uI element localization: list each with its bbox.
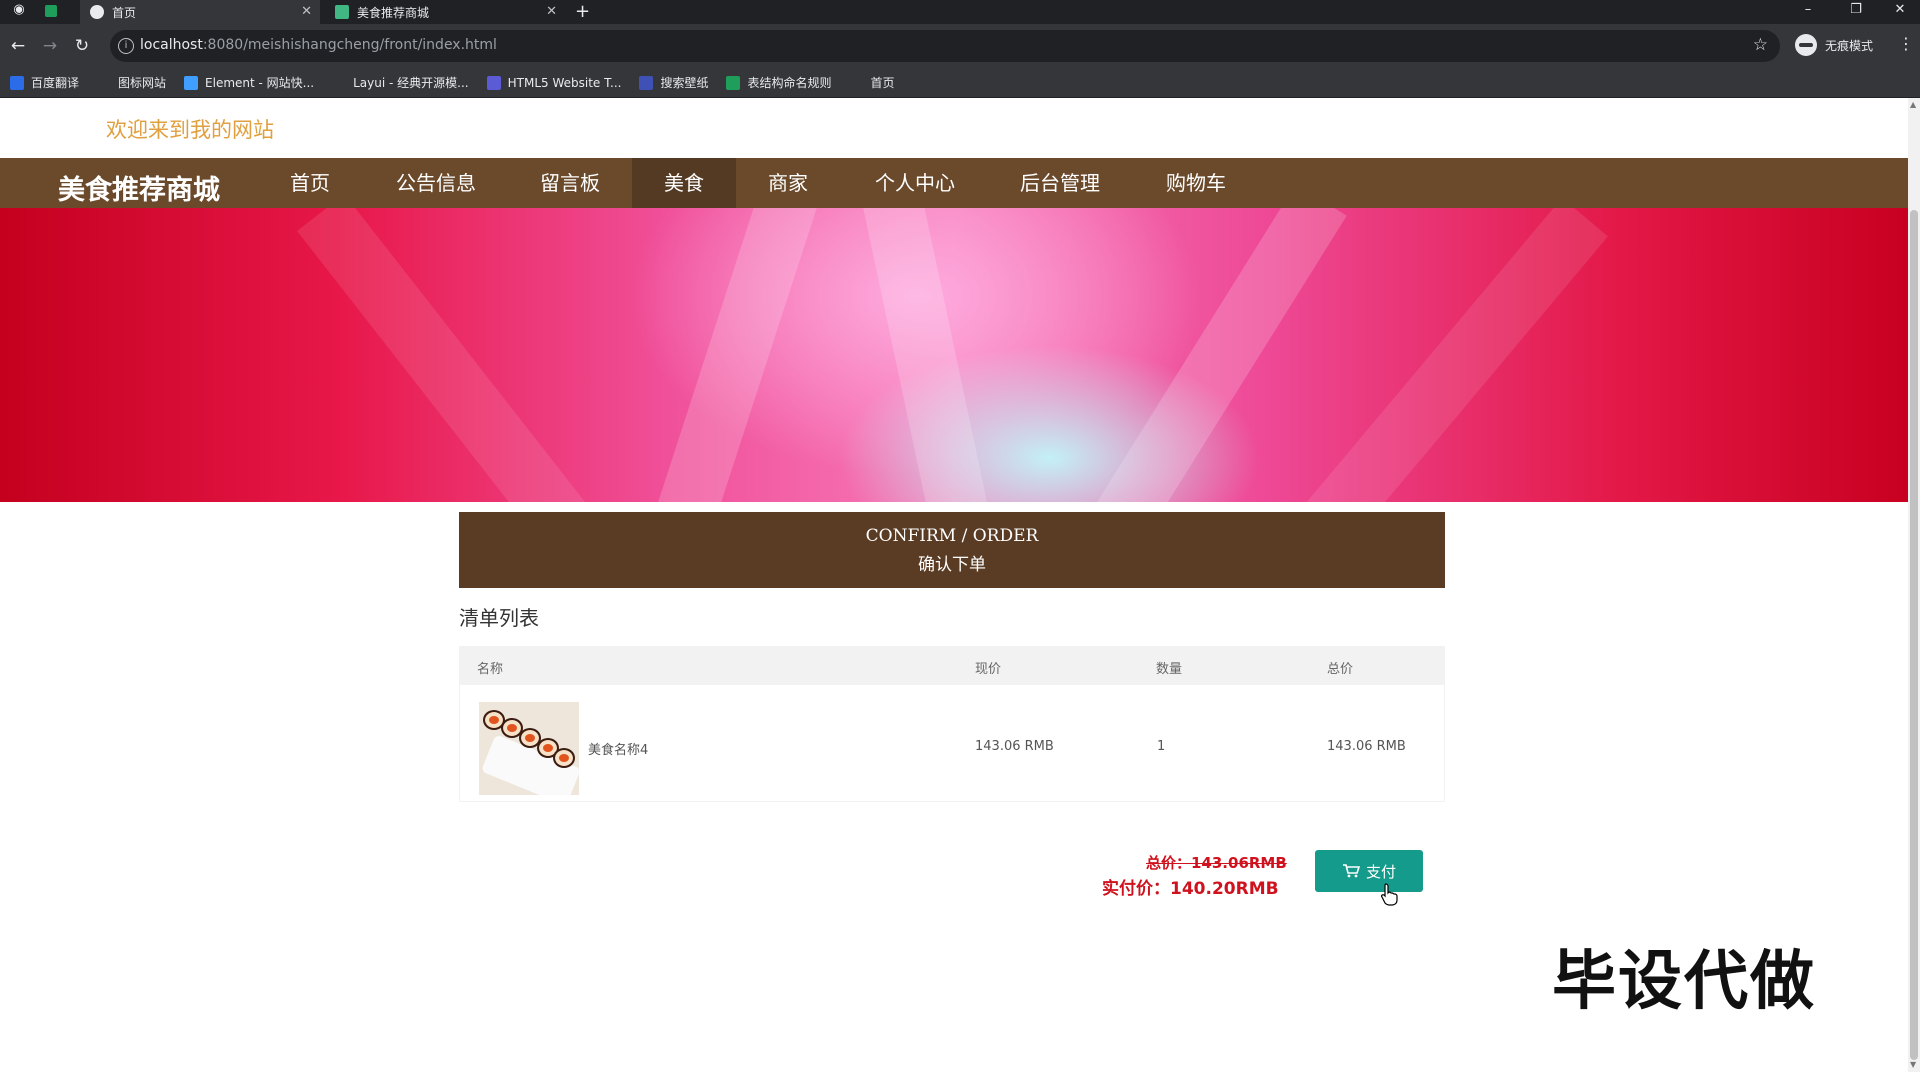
bookmark-item[interactable]: 表结构命名规则 xyxy=(726,74,831,91)
bookmark-label: HTML5 Website T... xyxy=(507,75,622,90)
item-price: 143.06 RMB xyxy=(975,739,1054,754)
column-header-price: 现价 xyxy=(975,662,1002,677)
welcome-text: 欢迎来到我的网站 xyxy=(106,118,274,142)
reload-icon[interactable]: ↻ xyxy=(70,34,94,58)
pay-button-label: 支付 xyxy=(1365,862,1396,881)
close-tab-icon[interactable]: ✕ xyxy=(546,4,557,19)
tab-title: 首页 xyxy=(112,5,137,20)
globe-icon xyxy=(90,5,104,19)
address-bar-row: ← → ↻ i localhost:8080/meishishangcheng/… xyxy=(0,24,1920,68)
list-title: 清单列表 xyxy=(459,606,539,630)
close-tab-icon[interactable]: ✕ xyxy=(301,4,312,19)
bookmark-star-icon[interactable]: ☆ xyxy=(1753,35,1768,55)
info-icon[interactable]: i xyxy=(118,38,134,54)
menu-kebab-icon[interactable]: ⋮ xyxy=(1898,34,1914,53)
url-text: localhost:8080/meishishangcheng/front/in… xyxy=(140,37,497,53)
bookmark-item[interactable]: HTML5 Website T... xyxy=(486,75,622,90)
restore-icon[interactable]: ❐ xyxy=(1834,0,1878,24)
bookmark-label: Layui - 经典开源模... xyxy=(353,76,469,90)
minimize-icon[interactable]: – xyxy=(1786,0,1830,24)
new-tab-button[interactable]: + xyxy=(575,1,590,23)
page-viewport: 欢迎来到我的网站 美食推荐商城 首页 公告信息 留言板 美食 商家 个人中心 后… xyxy=(0,98,1908,1072)
cart-icon xyxy=(1342,864,1360,878)
nav-announcements[interactable]: 公告信息 xyxy=(376,158,496,208)
wallpaper-icon xyxy=(639,75,654,90)
site-brand[interactable]: 美食推荐商城 xyxy=(58,168,220,207)
nav-message-board[interactable]: 留言板 xyxy=(522,158,618,208)
item-quantity: 1 xyxy=(1157,739,1166,754)
confirm-order-title-cn: 确认下单 xyxy=(918,555,986,575)
incognito-indicator[interactable]: 无痕模式 xyxy=(1795,34,1873,56)
item-total: 143.06 RMB xyxy=(1327,739,1406,754)
browser-tab-strip: ◉ 首页 ✕ 美食推荐商城 ✕ + – ❐ ✕ xyxy=(0,0,1920,24)
bookmark-label: Element - 网站快... xyxy=(205,76,315,90)
flag-icon xyxy=(97,75,112,90)
globe-icon xyxy=(849,75,864,90)
hand-cursor-icon xyxy=(1381,883,1398,906)
order-table: 名称 现价 数量 总价 美食名称4 143.06 RMB 1 143.06 RM… xyxy=(459,646,1445,802)
bookmark-label: 百度翻译 xyxy=(31,76,80,90)
bookmark-label: 首页 xyxy=(870,76,895,90)
confirm-order-title-en: CONFIRM / ORDER xyxy=(865,526,1039,546)
vue-icon xyxy=(335,5,349,19)
page-scrollbar[interactable]: ▲ ▼ xyxy=(1908,98,1920,1072)
sheet-tab-icon[interactable] xyxy=(40,0,62,24)
nav-food[interactable]: 美食 xyxy=(632,158,736,208)
column-header-qty: 数量 xyxy=(1156,662,1183,677)
watermark-text: 毕设代做 xyxy=(1552,945,1816,1019)
scroll-up-arrow-icon[interactable]: ▲ xyxy=(1910,100,1916,109)
bookmark-item[interactable]: Layui - 经典开源模... xyxy=(332,74,469,91)
bookmark-item[interactable]: Element - 网站快... xyxy=(184,74,314,91)
bookmark-item[interactable]: 搜索壁纸 xyxy=(639,74,708,91)
browser-tab-home[interactable]: 首页 ✕ xyxy=(80,0,320,24)
baidu-translate-icon xyxy=(10,75,24,90)
column-header-total: 总价 xyxy=(1327,662,1354,677)
scroll-down-arrow-icon[interactable]: ▼ xyxy=(1910,1060,1916,1069)
nav-personal-center[interactable]: 个人中心 xyxy=(856,158,974,208)
bookmark-item[interactable]: 图标网站 xyxy=(97,74,166,91)
banner-light-streak xyxy=(856,208,1004,502)
element-icon xyxy=(184,75,199,90)
tab-title: 美食推荐商城 xyxy=(357,5,430,20)
bookmark-label: 图标网站 xyxy=(118,76,167,90)
close-window-icon[interactable]: ✕ xyxy=(1878,0,1920,24)
bookmark-item[interactable]: 首页 xyxy=(849,74,895,91)
url-host: localhost xyxy=(140,37,203,53)
hero-banner xyxy=(0,208,1908,502)
forward-arrow-icon[interactable]: → xyxy=(38,34,62,58)
bookmark-item[interactable]: 百度翻译 xyxy=(10,74,79,91)
banner-light-streak xyxy=(1073,208,1347,502)
sheet-icon xyxy=(726,75,741,90)
column-header-name: 名称 xyxy=(477,662,504,677)
bookmarks-bar: 百度翻译 图标网站 Element - 网站快... Layui - 经典开源模...… xyxy=(0,68,1920,98)
scrollbar-thumb[interactable] xyxy=(1910,210,1918,1060)
incognito-icon xyxy=(1795,34,1817,56)
chrome-logo-icon: ◉ xyxy=(13,2,25,17)
nav-merchants[interactable]: 商家 xyxy=(750,158,826,208)
back-arrow-icon[interactable]: ← xyxy=(6,34,30,58)
bookmark-label: 搜索壁纸 xyxy=(660,76,709,90)
browser-tab-shop[interactable]: 美食推荐商城 ✕ xyxy=(325,0,565,24)
pay-button[interactable]: 支付 xyxy=(1315,850,1423,892)
original-total-price: 总价：143.06RMB xyxy=(1146,854,1287,872)
actual-pay-price: 实付价：140.20RMB xyxy=(1102,879,1279,899)
html5-icon xyxy=(486,75,501,90)
nav-admin[interactable]: 后台管理 xyxy=(1000,158,1120,208)
incognito-label: 无痕模式 xyxy=(1825,38,1874,53)
item-name: 美食名称4 xyxy=(588,743,649,758)
url-input[interactable]: i localhost:8080/meishishangcheng/front/… xyxy=(110,30,1780,62)
main-navbar: 美食推荐商城 首页 公告信息 留言板 美食 商家 个人中心 后台管理 购物车 xyxy=(0,158,1908,208)
confirm-order-header: CONFIRM / ORDER 确认下单 xyxy=(459,512,1445,588)
banner-light-streak xyxy=(636,208,824,502)
url-path: :8080/meishishangcheng/front/index.html xyxy=(202,37,497,53)
bookmark-label: 表结构命名规则 xyxy=(747,76,832,90)
dish-image xyxy=(479,702,579,795)
nav-home[interactable]: 首页 xyxy=(268,158,352,208)
sushi-roll xyxy=(553,748,575,768)
nav-cart[interactable]: 购物车 xyxy=(1148,158,1244,208)
table-header: 名称 现价 数量 总价 xyxy=(460,647,1444,685)
layui-icon xyxy=(332,75,347,90)
banner-light-streak xyxy=(1292,208,1608,502)
banner-light-streak xyxy=(297,208,603,502)
